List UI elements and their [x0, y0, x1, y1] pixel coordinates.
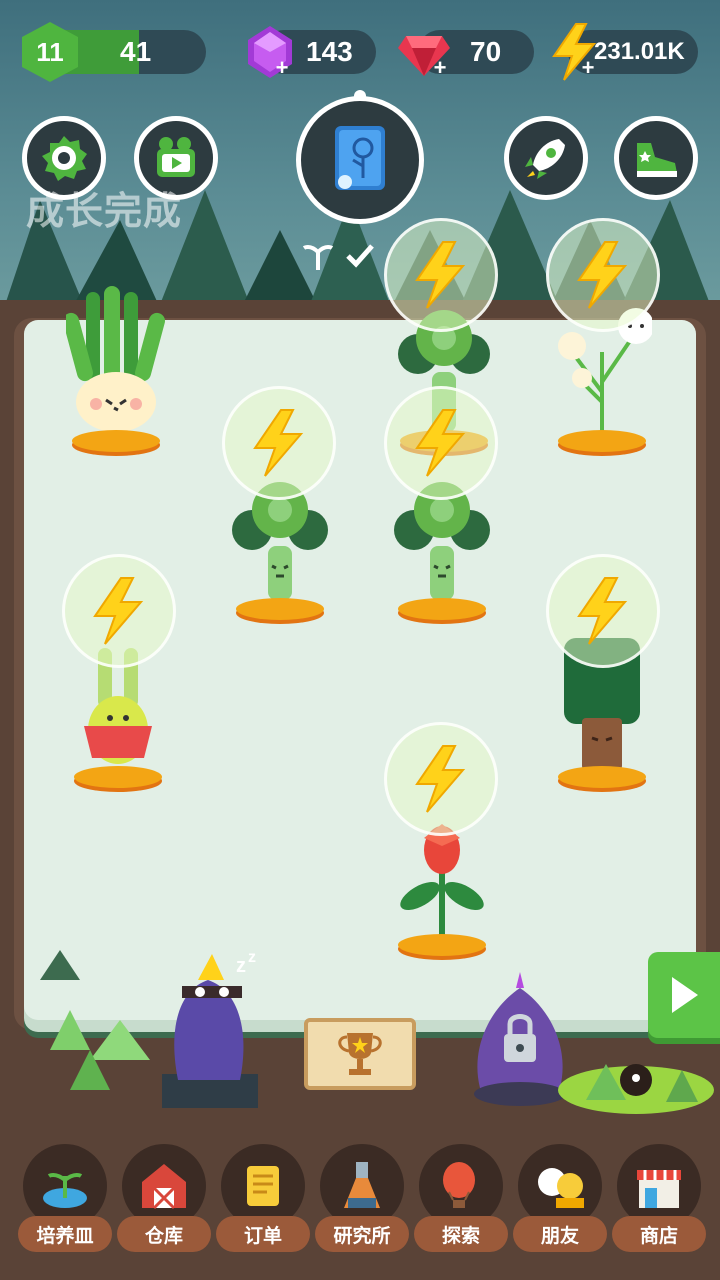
- nav-item-petri-dish[interactable]: 培养皿: [18, 1140, 112, 1260]
- barn-icon: [142, 1164, 186, 1210]
- plant-pad: [236, 598, 324, 620]
- rubies-value: 70: [470, 36, 502, 67]
- crystal-rocks-decoration: [40, 950, 150, 1090]
- plant-pad: [72, 430, 160, 452]
- nav-label: 研究所: [315, 1216, 409, 1252]
- plant-book-button[interactable]: [296, 96, 424, 224]
- onion-plant[interactable]: [63, 282, 166, 452]
- energy-bubble[interactable]: [62, 554, 176, 668]
- energy-bubble[interactable]: [384, 386, 498, 500]
- onion-icon: [63, 286, 165, 432]
- nav-label: 仓库: [117, 1216, 211, 1252]
- growth-status-text: 成长完成: [26, 189, 183, 233]
- energy-bubble[interactable]: [384, 722, 498, 836]
- seedling-icon: [43, 1173, 87, 1208]
- rocket-button[interactable]: [504, 116, 588, 200]
- locked-portal[interactable]: [470, 968, 570, 1108]
- lightning-icon: [415, 241, 466, 309]
- lightning-icon: [93, 577, 144, 645]
- shop-icon: [637, 1170, 681, 1208]
- gems-value: 143: [306, 36, 353, 67]
- nav-label: 商店: [612, 1216, 706, 1252]
- plant-pad: [558, 766, 646, 788]
- lightning-icon: [415, 745, 466, 813]
- nav-label: 订单: [216, 1216, 310, 1252]
- scroll-icon: [247, 1166, 279, 1206]
- energy-bubble[interactable]: [384, 218, 498, 332]
- video-camera-icon: [157, 137, 195, 177]
- rocket-icon: [525, 139, 565, 179]
- energy-bubble[interactable]: [546, 218, 660, 332]
- lab-icon: [344, 1162, 380, 1208]
- nav-item-warehouse[interactable]: 仓库: [117, 1140, 211, 1260]
- balloon-icon: [443, 1162, 475, 1208]
- nav-item-shop[interactable]: 商店: [612, 1140, 706, 1260]
- nav-label: 培养皿: [18, 1216, 112, 1252]
- sneaker-icon: [637, 143, 677, 177]
- energy-plus-icon[interactable]: +: [580, 57, 596, 79]
- nav-item-lab[interactable]: 研究所: [315, 1140, 409, 1260]
- grass-patch-decoration: [558, 1064, 714, 1114]
- sprout-check-icon: [302, 244, 374, 270]
- energy-bubble[interactable]: [546, 554, 660, 668]
- trophy-icon: [338, 1033, 382, 1075]
- lightning-icon: [577, 577, 628, 645]
- svg-text:z: z: [236, 955, 246, 977]
- plant-pad: [558, 430, 646, 452]
- energy-value: 231.01K: [594, 38, 685, 65]
- trophy-board[interactable]: [304, 1018, 416, 1090]
- plant-pad: [398, 598, 486, 620]
- nav-label: 朋友: [513, 1216, 607, 1252]
- nav-item-orders[interactable]: 订单: [216, 1140, 310, 1260]
- svg-text:z: z: [248, 950, 256, 966]
- friends-icon: [538, 1168, 584, 1208]
- resource-bar: 41 11 143 + 70 + 231.01K +: [0, 22, 720, 82]
- gear-icon: [42, 136, 87, 181]
- sneaker-button[interactable]: [614, 116, 698, 200]
- bottom-navigation: 培养皿 仓库 订单 研究所 探索 朋友 商店: [0, 1140, 720, 1260]
- lightning-icon: [415, 409, 466, 477]
- nav-label: 探索: [414, 1216, 508, 1252]
- plant-book-icon: [335, 126, 385, 190]
- level-progress-value: 41: [120, 36, 152, 67]
- sleeping-monster[interactable]: z z: [158, 950, 268, 1110]
- energy-bubble[interactable]: [222, 386, 336, 500]
- plant-pad: [398, 934, 486, 956]
- next-page-button[interactable]: [648, 952, 720, 1038]
- lightning-icon: [253, 409, 304, 477]
- rubies-plus-icon[interactable]: +: [432, 57, 448, 79]
- play-arrow-icon: [672, 977, 698, 1013]
- lightning-icon: [577, 241, 628, 309]
- plant-pad: [74, 766, 162, 788]
- gems-plus-icon[interactable]: +: [274, 57, 290, 79]
- nav-item-friends[interactable]: 朋友: [513, 1140, 607, 1260]
- nav-item-explore[interactable]: 探索: [414, 1140, 508, 1260]
